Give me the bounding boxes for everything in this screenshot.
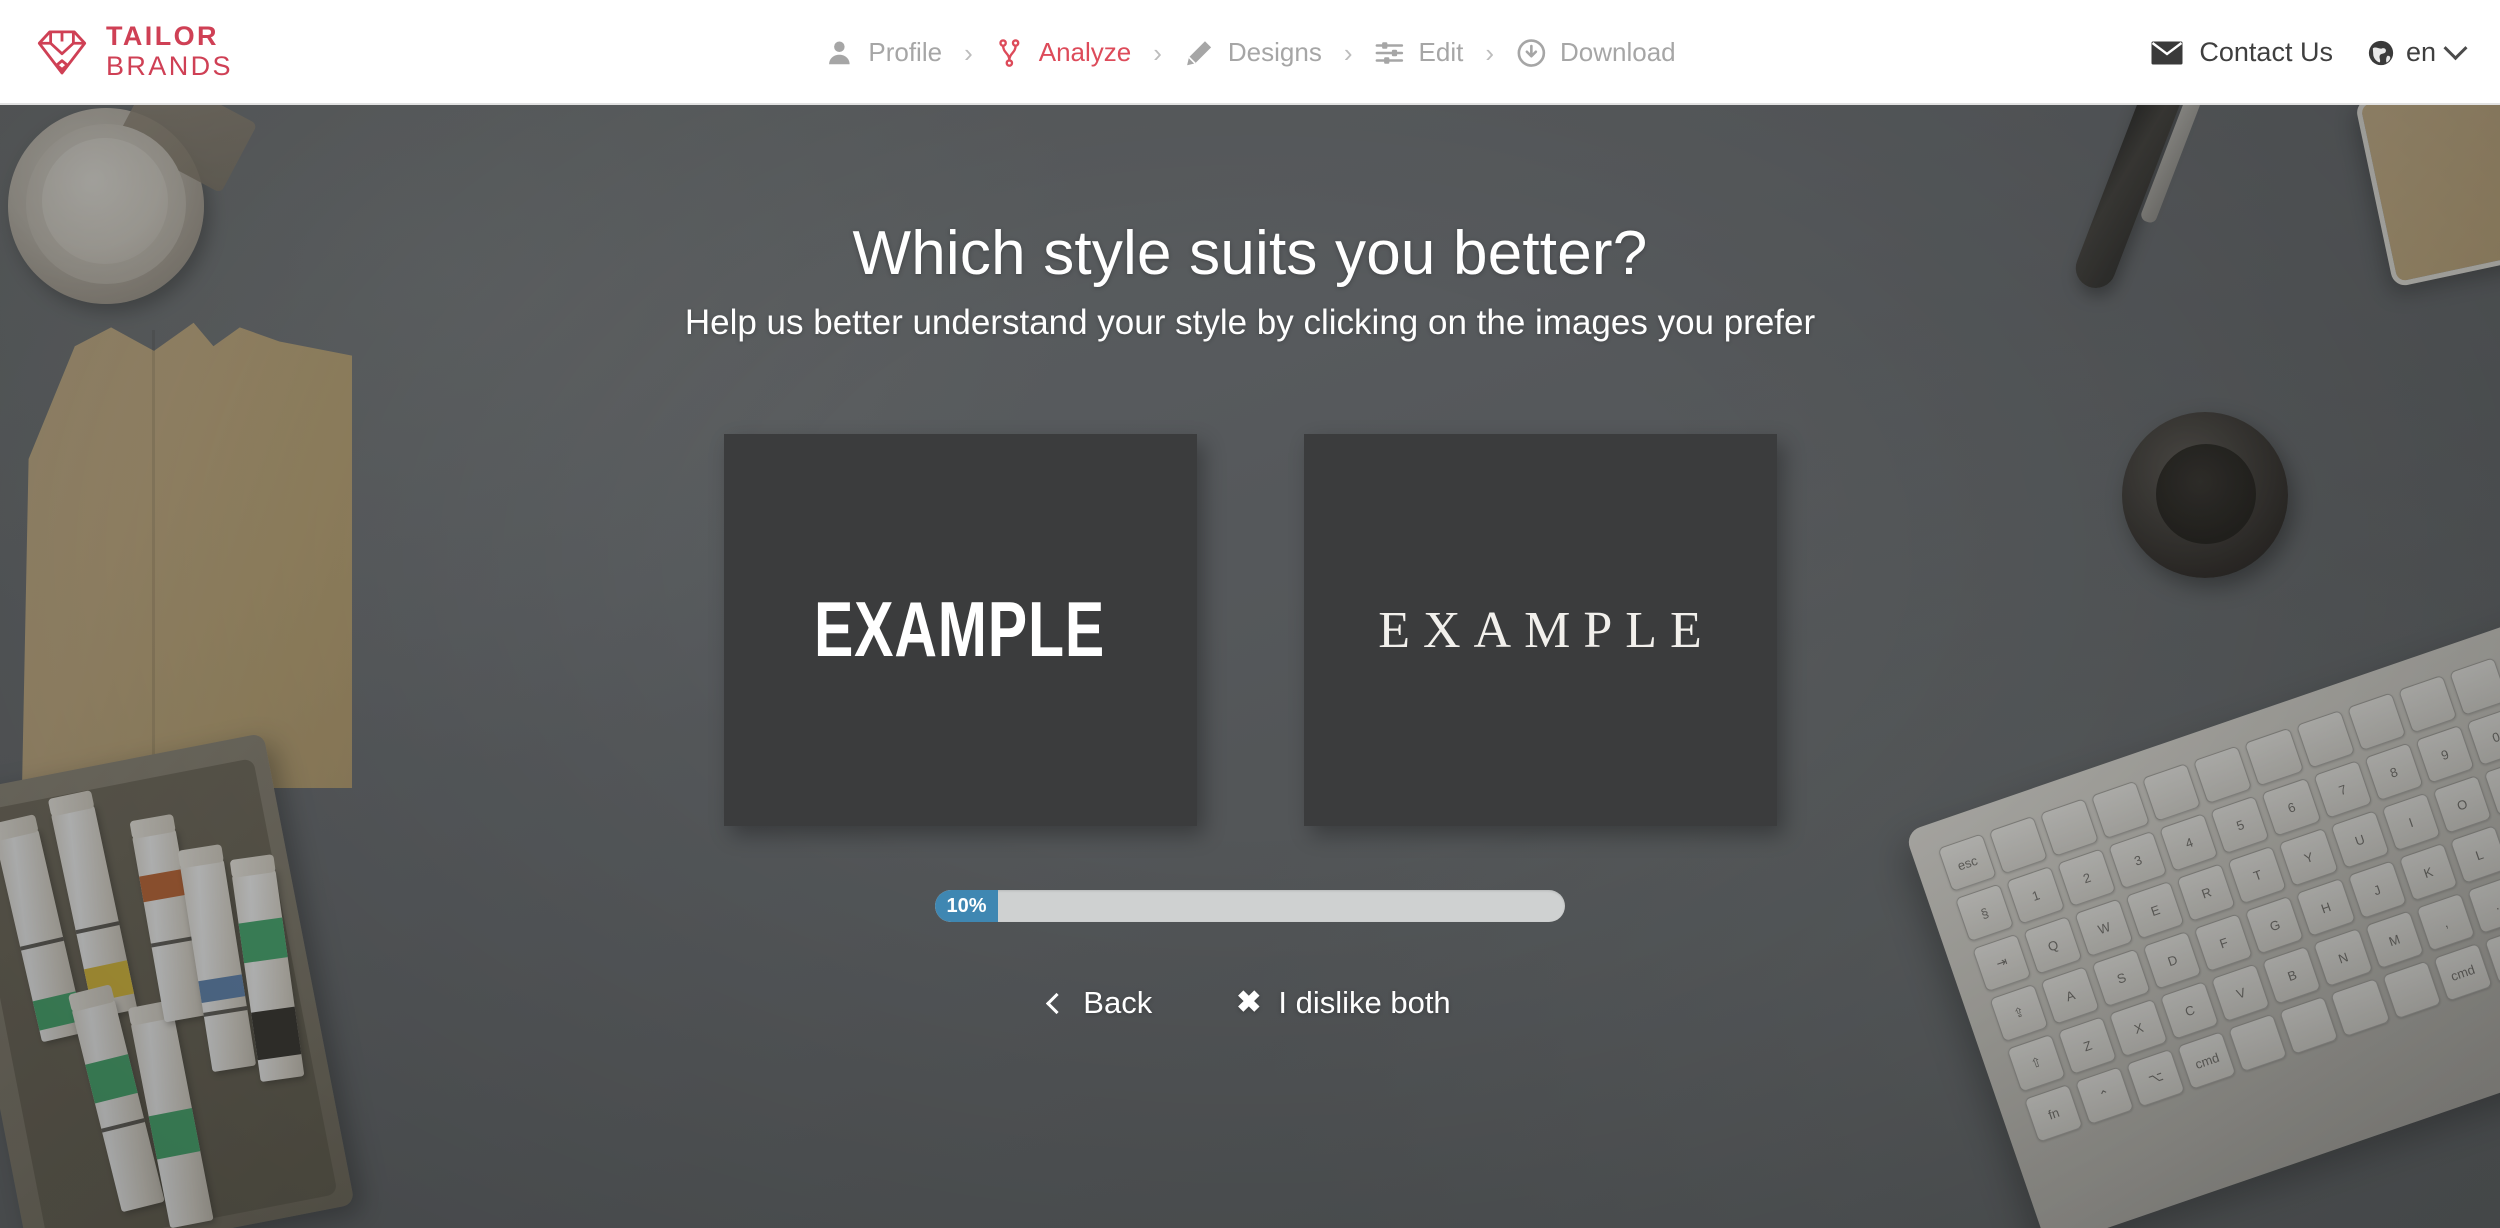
style-card-serif-label: EXAMPLE [1378,601,1715,659]
main-content: Which style suits you better? Help us be… [0,105,2500,1228]
language-selector[interactable]: en [2367,36,2468,68]
chevron-left-icon [1046,992,1068,1014]
brand-name-top: TAILOR [106,21,219,51]
chevron-down-icon [2443,36,2468,61]
brand-name-bottom: BRANDS [106,51,233,81]
dislike-both-label: I dislike both [1278,985,1451,1020]
progress-percent-label: 10% [946,894,987,917]
step-separator: › [964,37,973,68]
back-button-label: Back [1083,985,1153,1020]
back-button[interactable]: Back [1046,985,1153,1021]
branch-icon [999,38,1020,67]
step-edit-label: Edit [1418,37,1464,67]
step-analyze-label: Analyze [1038,37,1132,67]
download-circle-icon [1517,38,1545,67]
tailor-brands-heart-shield-logo-icon [37,29,87,74]
style-choice-row: EXAMPLE EXAMPLE [723,434,1777,826]
pencil-icon [1186,40,1211,65]
progress-bar: 10% [935,890,1565,922]
language-value: en [2405,37,2436,67]
progress-bar-fill: 10% [935,890,998,922]
sliders-icon [1375,41,1404,64]
step-profile[interactable]: Profile [824,37,942,68]
x-close-icon: ✖ [1236,986,1262,1019]
envelope-icon [2151,41,2183,64]
brand-logo[interactable]: TAILOR BRANDS [34,23,233,80]
step-analyze[interactable]: Analyze [995,37,1132,68]
step-navigation: Profile › Analyze › Designs › Edit › Dow… [824,0,1676,105]
globe-icon [2368,40,2394,65]
step-download[interactable]: Download [1516,37,1676,68]
app-header: TAILOR BRANDS Profile › Analyze › Design… [0,0,2500,105]
style-card-serif[interactable]: EXAMPLE [1303,434,1777,826]
step-download-label: Download [1560,37,1676,67]
page-subtitle: Help us better understand your style by … [684,303,1816,342]
step-designs-label: Designs [1227,37,1322,67]
app-root: esc§1234567890-=⇥QWERTYUIOP[]⇪ASDFGHJKL;… [0,0,2500,1228]
contact-us-label: Contact Us [2199,37,2333,67]
step-separator: › [1343,37,1353,68]
dislike-both-button[interactable]: ✖ I dislike both [1236,985,1450,1021]
header-right-group: Contact Us en [2151,0,2468,105]
step-designs[interactable]: Designs [1184,37,1322,68]
page-title: Which style suits you better? [852,219,1648,288]
style-card-sans-label: EXAMPLE [814,586,1106,674]
step-separator: › [1153,37,1162,68]
step-profile-label: Profile [868,37,943,67]
style-card-sans[interactable]: EXAMPLE [723,434,1197,826]
step-edit[interactable]: Edit [1375,37,1464,68]
person-icon [829,41,850,64]
brand-logo-text: TAILOR BRANDS [106,23,233,80]
step-separator: › [1485,37,1494,68]
action-row: Back ✖ I dislike both [1046,985,1451,1021]
contact-us-button[interactable]: Contact Us [2151,37,2333,68]
